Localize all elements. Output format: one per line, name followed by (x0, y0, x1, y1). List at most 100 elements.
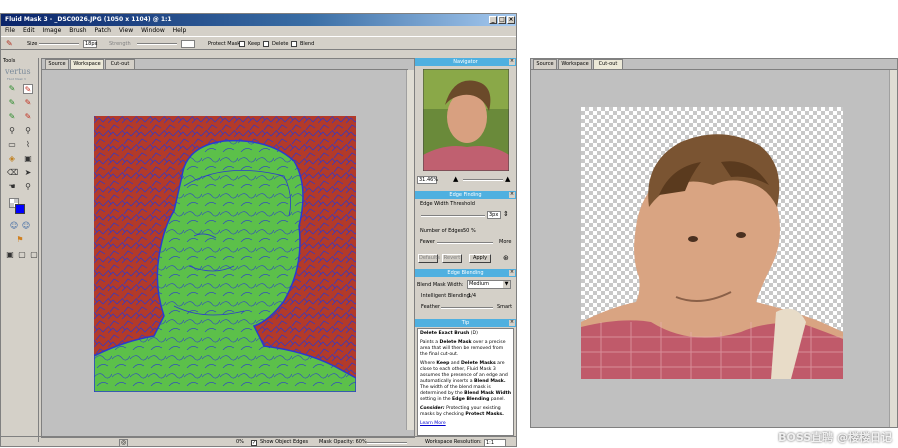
intelligent-blending-label: Intelligent Blending: (421, 293, 471, 299)
defaults-button[interactable]: Defaults (418, 254, 438, 263)
minimize-button[interactable]: _ (489, 16, 497, 24)
keep-label: Keep (248, 41, 260, 47)
blend-tool-icon[interactable]: ⚲ (23, 126, 33, 136)
strength-label: Strength (109, 41, 131, 47)
pointer-icon[interactable]: ➤ (23, 168, 33, 178)
delete-exact-brush-icon[interactable]: ✎ (23, 98, 33, 108)
delete-local-brush-icon[interactable]: ✎ (23, 112, 33, 122)
smart-label: Smart (497, 304, 512, 310)
edge-threshold-field[interactable]: 3px (487, 211, 501, 219)
color-swatch-icon[interactable] (9, 198, 25, 214)
number-edges-label: Number of Edges: (420, 228, 465, 234)
tip-paragraph-2: Where Keep and Delete Masks are close to… (420, 361, 511, 403)
right-tab-workspace[interactable]: Workspace (558, 59, 592, 69)
fill-tool-icon[interactable]: ⚲ (7, 126, 17, 136)
title-bar: Fluid Mask 3 - _DSC0026.JPG (1050 x 1104… (1, 14, 516, 26)
menu-edit[interactable]: Edit (23, 27, 35, 34)
mask-opacity-slider[interactable] (367, 442, 407, 444)
menu-file[interactable]: File (5, 27, 15, 34)
feather-label: Feather (421, 304, 440, 310)
lasso-icon[interactable]: ⌇ (23, 140, 33, 150)
menu-image[interactable]: Image (43, 27, 62, 34)
size-field[interactable]: 18px (83, 40, 97, 48)
zoom-slider[interactable] (463, 179, 503, 181)
eraser-icon[interactable]: ⌫ (7, 168, 17, 178)
edge-settings-icon[interactable]: ⊛ (503, 254, 509, 262)
learn-more-link[interactable]: Learn More (420, 421, 511, 427)
intelligent-blending-value: 1/4 (468, 293, 476, 299)
tab-cutout[interactable]: Cut-out (105, 59, 135, 69)
size-slider[interactable] (39, 43, 79, 45)
camera-icon[interactable]: ▣ (23, 154, 33, 164)
delete-brush-icon[interactable]: ✎ (23, 84, 33, 94)
masked-image[interactable] (94, 116, 356, 392)
people-alt-icon[interactable]: ☺ (21, 221, 31, 231)
show-edges-checkbox[interactable]: ✓ (251, 440, 257, 446)
apply-button[interactable]: Apply (469, 254, 491, 263)
workspace-resolution-label: Workspace Resolution: (425, 437, 482, 448)
blending-slider[interactable] (441, 307, 493, 309)
tip-heading-key: (D) (471, 331, 478, 336)
fit-view-icon[interactable]: ◎ (119, 439, 128, 447)
navigator-close-icon[interactable]: × (509, 59, 515, 65)
edge-blending-close-icon[interactable]: × (509, 270, 515, 276)
menu-window[interactable]: Window (141, 27, 165, 34)
zoom-field[interactable]: 31.46% (417, 176, 437, 184)
zoom-out-icon[interactable]: ▲ (453, 175, 458, 183)
edge-finding-close-icon[interactable]: × (509, 192, 515, 198)
maximize-button[interactable]: □ (498, 16, 506, 24)
keep-checkbox[interactable] (239, 41, 245, 47)
delete-label: Delete (272, 41, 288, 47)
mask-opacity-label: Mask Opacity: 60% (319, 437, 367, 448)
menu-patch[interactable]: Patch (94, 27, 110, 34)
right-vertical-scrollbar[interactable] (889, 70, 897, 427)
right-tab-source[interactable]: Source (533, 59, 557, 69)
keep-exact-brush-icon[interactable]: ✎ (7, 98, 17, 108)
vertical-scrollbar[interactable] (406, 70, 414, 430)
zoom-in-icon[interactable]: ▲ (505, 175, 510, 183)
threshold-spinner-icon[interactable]: ⇕ (503, 210, 509, 218)
menu-brush[interactable]: Brush (69, 27, 86, 34)
workspace-area: Source Workspace Cut-out (41, 58, 415, 438)
menu-view[interactable]: View (119, 27, 133, 34)
hand-icon[interactable]: ☚ (7, 182, 17, 192)
keep-brush-icon[interactable]: ✎ (7, 84, 17, 94)
blend-width-select[interactable]: Medium ▼ (467, 280, 511, 289)
close-button[interactable]: × (507, 16, 515, 24)
protect-mask-label: Protect Mask: (208, 41, 242, 47)
cutout-window: Source Workspace Cut-out × (530, 58, 898, 428)
tip-content: Delete Exact Brush (D) Paints a Delete M… (417, 328, 514, 436)
options-bar: ✎ Size 18px Strength Protect Mask: Keep … (1, 36, 516, 50)
vertus-logo: vertus (5, 67, 31, 76)
fluid-mask-window: Fluid Mask 3 - _DSC0026.JPG (1050 x 1104… (0, 13, 517, 447)
brush-icon: ✎ (6, 39, 20, 48)
delete-checkbox[interactable] (263, 41, 269, 47)
revert-button[interactable]: Revert (442, 254, 462, 263)
people-icon[interactable]: ☺ (9, 221, 19, 231)
view-mask-icon[interactable]: ▢ (17, 250, 27, 260)
tip-close-icon[interactable]: × (509, 320, 515, 326)
view-source-icon[interactable]: ▣ (5, 250, 15, 260)
fewer-label: Fewer (420, 239, 435, 245)
edge-blending-title: Edge Blending (447, 270, 483, 276)
status-bar: ◎ 0% ✓ Show Object Edges Mask Opacity: 6… (1, 436, 516, 447)
tab-source[interactable]: Source (45, 59, 69, 69)
rect-select-icon[interactable]: ▭ (7, 140, 17, 150)
strength-slider[interactable] (137, 43, 177, 45)
flag-icon[interactable]: ⚑ (15, 235, 25, 245)
zoom-icon[interactable]: ⚲ (23, 182, 33, 192)
cutout-image[interactable] (581, 107, 843, 379)
strength-field[interactable] (181, 40, 195, 48)
tip-paragraph-3: Consider: Protecting your existing masks… (420, 406, 511, 418)
patch-icon[interactable]: ◈ (7, 154, 17, 164)
menu-help[interactable]: Help (173, 27, 187, 34)
blend-checkbox[interactable] (291, 41, 297, 47)
number-edges-slider[interactable] (437, 242, 493, 244)
edge-threshold-slider[interactable] (421, 215, 485, 217)
workspace-resolution-select[interactable]: 1:1 (484, 439, 506, 447)
chevron-down-icon[interactable]: ▼ (503, 281, 510, 288)
navigator-thumbnail[interactable] (423, 69, 509, 171)
view-cutout-icon[interactable]: ▢ (29, 250, 39, 260)
keep-local-brush-icon[interactable]: ✎ (7, 112, 17, 122)
tip-header: Tip × (415, 319, 516, 327)
